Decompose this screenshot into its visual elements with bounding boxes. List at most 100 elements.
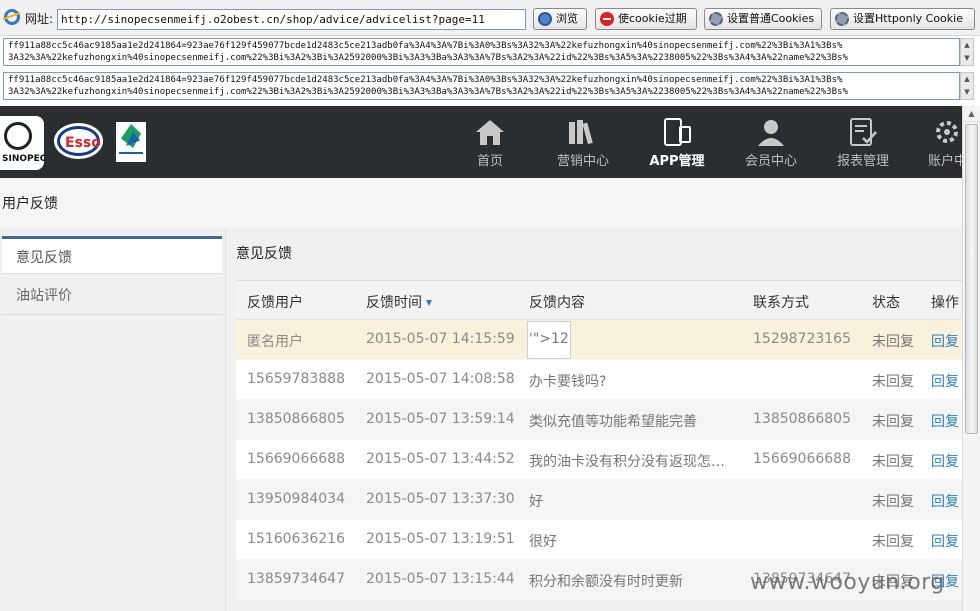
set-cookies-label: 设置普通Cookies — [727, 12, 815, 25]
nav-home-label: 首页 — [476, 154, 503, 169]
table-row: 15669066688 2015-05-07 13:44:52 我的油卡没有积分… — [236, 440, 962, 480]
col-header-user: 反馈用户 — [247, 295, 303, 311]
user-icon — [758, 120, 784, 146]
address-label: 网址: — [25, 12, 54, 26]
cell-status: 未回复 — [872, 454, 914, 470]
watermark: www.wooyun.org — [750, 570, 945, 595]
cell-contact: 13850866805 — [753, 411, 851, 427]
browse-button-label: 浏览 — [556, 12, 578, 25]
cell-user: 15669066688 — [247, 451, 345, 467]
eye-icon — [538, 12, 552, 26]
cell-user: 15160636216 — [247, 531, 345, 547]
nav-app-manage-label: APP管理 — [649, 154, 705, 169]
reply-link[interactable]: 回复 — [931, 371, 959, 391]
tool-bar: 网址: http://sinopecsenmeifj.o2obest.cn/sh… — [0, 0, 980, 36]
nav-marketing-label: 营销中心 — [556, 154, 609, 169]
nav-account-label: 账户中 — [928, 154, 962, 169]
cell-time: 2015-05-07 13:44:52 — [366, 451, 515, 467]
cookie-textarea-2[interactable]: ff911a88cc5c46ac9185aa1e2d241864=923ae76… — [3, 72, 960, 100]
sort-desc-icon[interactable] — [426, 300, 432, 306]
title-band — [0, 178, 962, 228]
reply-link[interactable]: 回复 — [931, 491, 959, 511]
set-httponly-label: 设置Httponly Cookie — [853, 12, 963, 25]
table-row: 匿名用户 2015-05-07 14:15:59 '">123 15298723… — [236, 320, 962, 360]
books-icon — [569, 120, 593, 145]
aramco-logo — [116, 122, 146, 162]
cell-user: 13859734647 — [247, 571, 345, 587]
cell-status: 未回复 — [872, 534, 914, 550]
esso-logo: Esso — [54, 123, 103, 159]
gear-icon — [835, 12, 849, 26]
cell-content: 很好 — [529, 534, 557, 550]
cell-content: 类似充值等功能希望能完善 — [529, 414, 697, 430]
cell-contact: 15298723165 — [753, 331, 851, 347]
table-header: 反馈用户 反馈时间 反馈内容 联系方式 状态 操作 — [236, 280, 962, 320]
site-header: SINOPEC Esso 首页 营销中心 APP管理 会员中心 报表管理 账户中 — [0, 106, 962, 178]
cell-content: 好 — [529, 494, 543, 510]
cell-status: 未回复 — [872, 494, 914, 510]
nav-marketing[interactable]: 营销中心 — [552, 106, 614, 178]
page-frame: SINOPEC Esso 首页 营销中心 APP管理 会员中心 报表管理 账户中… — [0, 106, 962, 611]
cell-user: 13950984034 — [247, 491, 345, 507]
nav-reports-label: 报表管理 — [836, 154, 889, 169]
scrollbar-thumb[interactable] — [965, 124, 978, 434]
reply-link[interactable]: 回复 — [931, 411, 959, 431]
reply-link[interactable]: 回复 — [931, 331, 959, 351]
sinopec-logo: SINOPEC — [0, 116, 46, 170]
cell-user: 匿名用户 — [247, 334, 303, 350]
cell-time: 2015-05-07 14:08:58 — [366, 371, 515, 387]
cell-user: 15659783888 — [247, 371, 345, 387]
nav-members[interactable]: 会员中心 — [740, 106, 802, 178]
nav-account[interactable]: 账户中 — [926, 106, 962, 178]
cookie-scrollbar-2[interactable]: ▲ ▼ — [960, 72, 974, 100]
screen: 网址: http://sinopecsenmeifj.o2obest.cn/sh… — [0, 0, 980, 611]
cell-content: 我的油卡没有积分没有返现怎… — [529, 454, 725, 470]
nav-app-manage[interactable]: APP管理 — [646, 106, 708, 178]
cell-time: 2015-05-07 13:15:44 — [366, 571, 515, 587]
content-title: 意见反馈 — [236, 246, 292, 262]
table-row: 15160636216 2015-05-07 13:19:51 很好 未回复 回… — [236, 520, 962, 560]
cookie-scrollbar-1[interactable]: ▲ ▼ — [960, 38, 974, 66]
cell-content: 积分和余额没有时时更新 — [529, 574, 683, 590]
scroll-up-icon[interactable]: ▲ — [963, 106, 980, 122]
gear-icon — [709, 12, 723, 26]
cell-time: 2015-05-07 14:15:59 — [366, 331, 515, 347]
mobile-icon — [664, 118, 691, 146]
cell-contact: 15669066688 — [753, 451, 851, 467]
set-httponly-button[interactable]: 设置Httponly Cookie — [830, 8, 975, 30]
col-header-action: 操作 — [931, 295, 959, 311]
col-header-content: 反馈内容 — [529, 295, 585, 311]
reply-link[interactable]: 回复 — [931, 531, 959, 551]
expire-cookie-button[interactable]: 使cookie过期 — [595, 8, 697, 30]
ie-browser-icon — [4, 9, 20, 25]
col-header-time[interactable]: 反馈时间 — [366, 292, 432, 312]
cell-status: 未回复 — [872, 414, 914, 430]
nav-home[interactable]: 首页 — [468, 106, 512, 178]
table-row: 15659783888 2015-05-07 14:08:58 办卡要钱吗? 未… — [236, 360, 962, 400]
sidebar: 意见反馈 油站评价 — [0, 228, 226, 611]
cell-time: 2015-05-07 13:19:51 — [366, 531, 515, 547]
cell-content: '">123 — [529, 331, 569, 347]
report-icon — [850, 118, 877, 146]
settings-icon — [936, 121, 958, 143]
nav-reports[interactable]: 报表管理 — [832, 106, 894, 178]
cell-content: 办卡要钱吗? — [529, 374, 607, 390]
no-entry-icon — [600, 12, 614, 26]
url-input[interactable]: http://sinopecsenmeifj.o2obest.cn/shop/a… — [57, 9, 526, 30]
nav-members-label: 会员中心 — [744, 154, 797, 169]
cell-time: 2015-05-07 13:37:30 — [366, 491, 515, 507]
browse-button[interactable]: 浏览 — [533, 8, 587, 30]
page-scrollbar[interactable]: ▲ — [962, 106, 980, 611]
sidebar-item-station-review[interactable]: 油站评价 — [2, 277, 222, 315]
table-row: 13950984034 2015-05-07 13:37:30 好 未回复 回复 — [236, 480, 962, 520]
main-content: 意见反馈 反馈用户 反馈时间 反馈内容 联系方式 状态 操作 匿名用户 2015… — [226, 228, 962, 611]
cell-status: 未回复 — [872, 374, 914, 390]
cell-status: 未回复 — [872, 334, 914, 350]
cell-time: 2015-05-07 13:59:14 — [366, 411, 515, 427]
page-title: 用户反馈 — [2, 196, 58, 212]
col-header-contact: 联系方式 — [753, 295, 809, 311]
sidebar-item-feedback[interactable]: 意见反馈 — [2, 236, 222, 274]
cookie-textarea-1[interactable]: ff911a88cc5c46ac9185aa1e2d241864=923ae76… — [3, 38, 960, 66]
set-cookies-button[interactable]: 设置普通Cookies — [704, 8, 822, 30]
reply-link[interactable]: 回复 — [931, 451, 959, 471]
